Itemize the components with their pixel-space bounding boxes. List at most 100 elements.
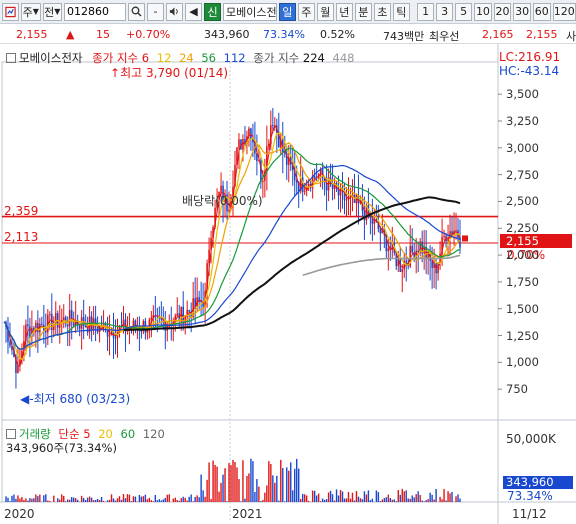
volume-bar [351, 492, 354, 502]
volume-bar [455, 496, 457, 502]
volume-bar [266, 485, 268, 502]
volume-bar [37, 496, 39, 502]
type2-select[interactable]: 전 ▼ [42, 2, 63, 21]
interval-button-3[interactable]: 3 [436, 2, 454, 21]
period-button-tick[interactable]: 틱 [392, 2, 410, 21]
candle-body [272, 125, 274, 127]
volume-bar [260, 501, 262, 502]
candle-body [188, 310, 190, 312]
candle-body [50, 313, 53, 331]
volume-bar [124, 498, 127, 502]
chart-menu-icon[interactable] [2, 2, 19, 21]
volume-bar [65, 501, 67, 502]
candle-body [437, 262, 439, 274]
volume-current-pct: 73.34% [507, 489, 553, 503]
turnover-rate: 0.52% [320, 28, 355, 41]
stock-chart[interactable]: 모베이스전자 종가 지수 6 12 24 56 112 종가 지수 224 44… [0, 44, 576, 524]
volume-bar [162, 499, 165, 502]
credit-badge[interactable]: 신 [204, 2, 222, 21]
volume-bar [407, 498, 409, 502]
current-price: 2,155 [16, 28, 48, 41]
volume-bar [323, 499, 326, 502]
volume-bar [413, 497, 415, 502]
volume-bar [116, 498, 119, 502]
volume-bar [90, 497, 93, 502]
minus-button[interactable]: - [147, 2, 165, 21]
volume-bar [126, 494, 129, 502]
volume-bar [174, 497, 176, 502]
preferred-label: 최우선 [429, 30, 460, 43]
volume-bar [401, 488, 403, 502]
ask-price: 2,165 [482, 28, 514, 41]
candle-body [66, 324, 69, 327]
candle-body [78, 324, 81, 329]
volume-bar [276, 475, 278, 502]
volume-bar [427, 499, 429, 502]
ma-12: 12 [156, 51, 172, 65]
volume-bar [184, 497, 186, 502]
y-tick-label: 2,250 [506, 221, 539, 236]
y-tick-label: 1,250 [506, 328, 539, 343]
volume-bar [88, 496, 91, 502]
volume-bar [375, 490, 378, 502]
volume-bar [192, 501, 194, 502]
code-input[interactable] [64, 2, 127, 21]
interval-button-1[interactable]: 1 [417, 2, 435, 21]
interval-button-20[interactable]: 20 [493, 2, 512, 21]
type-select[interactable]: 주 ▼ [21, 2, 41, 21]
search-icon[interactable] [128, 2, 146, 21]
volume-bar [106, 500, 109, 502]
y-tick-label: 1,750 [506, 274, 539, 289]
volume-bar [53, 495, 55, 502]
volume-bar [180, 498, 182, 502]
volume-bar [313, 490, 316, 502]
volume-bar [256, 479, 258, 502]
interval-button-5[interactable]: 5 [455, 2, 473, 21]
volume-bar [317, 493, 320, 502]
chart-settings-icon[interactable] [6, 53, 16, 63]
interval-button-30[interactable]: 30 [513, 2, 531, 21]
volume-bar [367, 490, 370, 502]
lc-label: LC:216.91 [499, 50, 561, 64]
volume-bar [333, 500, 336, 502]
interval-button-60[interactable]: 60 [532, 2, 551, 21]
period-button-month[interactable]: 월 [316, 2, 334, 21]
volume-settings-icon[interactable] [6, 429, 16, 439]
volume-bar [299, 498, 302, 502]
volume-bar [305, 495, 308, 502]
volume-bar [385, 497, 388, 502]
volume-bar [114, 500, 117, 502]
ma-legend-label: 종가 지수 [92, 51, 139, 65]
candle-body [176, 313, 179, 316]
volume-bar [168, 494, 170, 502]
interval-button-10[interactable]: 10 [474, 2, 492, 21]
volume-bar [210, 498, 212, 502]
volume-bar [339, 490, 342, 502]
volume-bar [311, 490, 314, 502]
volume-bar [148, 497, 151, 502]
volume-bar [59, 499, 61, 502]
ma-6: 6 [141, 51, 150, 65]
interval-button-120[interactable]: 120 [552, 2, 576, 21]
volume-bar [391, 499, 393, 502]
volume-bar [234, 461, 236, 502]
speaker-icon[interactable] [166, 2, 184, 21]
volume-bar [31, 498, 33, 502]
arrow-left-icon[interactable]: ◀ [185, 2, 203, 21]
volume-bar [389, 498, 392, 502]
volume-ratio: 73.34% [263, 28, 305, 41]
volume-bar [250, 458, 252, 502]
period-button-second[interactable]: 초 [373, 2, 391, 21]
period-button-day[interactable]: 일 [278, 2, 296, 21]
stock-name[interactable]: 모베이스전 [223, 2, 277, 21]
volume-bar [15, 498, 17, 502]
volume-title: 거래량 [19, 427, 51, 441]
volume-ma-title: 단순 [58, 427, 80, 441]
candle-body [41, 323, 43, 325]
period-button-year[interactable]: 년 [335, 2, 353, 21]
period-button-minute[interactable]: 분 [354, 2, 372, 21]
volume-bar [200, 474, 202, 502]
period-button-week[interactable]: 주 [297, 2, 315, 21]
volume-bar [80, 495, 83, 502]
volume-bar [186, 500, 188, 502]
